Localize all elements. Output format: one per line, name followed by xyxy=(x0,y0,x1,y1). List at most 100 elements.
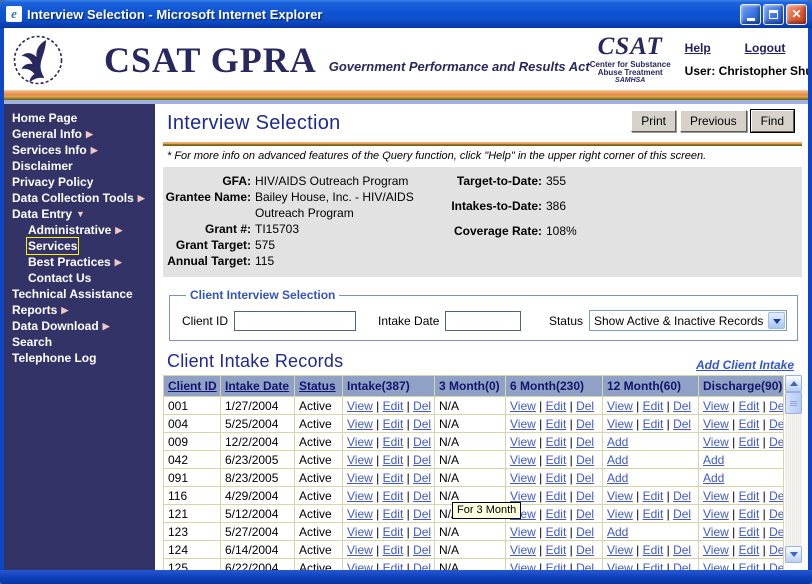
sidebar-item-services-info[interactable]: Services Info ▶ xyxy=(12,142,155,158)
view-link[interactable]: View xyxy=(510,561,536,571)
edit-link[interactable]: Edit xyxy=(546,525,567,539)
sidebar-item-contact-us[interactable]: Contact Us xyxy=(12,270,155,286)
view-link[interactable]: View xyxy=(347,453,373,467)
view-link[interactable]: View xyxy=(607,489,633,503)
edit-link[interactable]: Edit xyxy=(383,399,404,413)
del-link[interactable]: Del xyxy=(769,399,782,413)
sidebar-item-services[interactable]: Services xyxy=(12,237,155,255)
del-link[interactable]: Del xyxy=(413,507,431,521)
del-link[interactable]: Del xyxy=(413,561,431,571)
status-select[interactable]: Show Active & Inactive Records xyxy=(589,310,787,331)
del-link[interactable]: Del xyxy=(769,543,782,557)
close-button[interactable]: ✕ xyxy=(786,3,807,25)
view-link[interactable]: View xyxy=(607,543,633,557)
del-link[interactable]: Del xyxy=(576,561,594,571)
edit-link[interactable]: Edit xyxy=(383,507,404,521)
del-link[interactable]: Del xyxy=(769,435,782,449)
column-header-client-id[interactable]: Client ID xyxy=(163,375,221,397)
view-link[interactable]: View xyxy=(703,507,729,521)
maximize-button[interactable] xyxy=(763,3,784,25)
del-link[interactable]: Del xyxy=(769,561,782,571)
edit-link[interactable]: Edit xyxy=(383,417,404,431)
scroll-track[interactable] xyxy=(785,414,802,546)
view-link[interactable]: View xyxy=(607,399,633,413)
add-link[interactable]: Add xyxy=(607,435,628,449)
scroll-thumb[interactable] xyxy=(785,392,802,414)
del-link[interactable]: Del xyxy=(576,453,594,467)
del-link[interactable]: Del xyxy=(576,471,594,485)
edit-link[interactable]: Edit xyxy=(546,543,567,557)
edit-link[interactable]: Edit xyxy=(643,507,664,521)
del-link[interactable]: Del xyxy=(673,507,691,521)
edit-link[interactable]: Edit xyxy=(643,399,664,413)
del-link[interactable]: Del xyxy=(576,435,594,449)
edit-link[interactable]: Edit xyxy=(383,471,404,485)
edit-link[interactable]: Edit xyxy=(643,489,664,503)
edit-link[interactable]: Edit xyxy=(643,543,664,557)
del-link[interactable]: Del xyxy=(576,417,594,431)
sidebar-item-search[interactable]: Search xyxy=(12,334,155,350)
sidebar-item-disclaimer[interactable]: Disclaimer xyxy=(12,158,155,174)
sidebar-item-general-info[interactable]: General Info ▶ xyxy=(12,126,155,142)
sidebar-item-administrative[interactable]: Administrative ▶ xyxy=(12,222,155,238)
del-link[interactable]: Del xyxy=(769,489,782,503)
view-link[interactable]: View xyxy=(703,543,729,557)
print-button[interactable]: Print xyxy=(631,110,676,132)
del-link[interactable]: Del xyxy=(769,525,782,539)
view-link[interactable]: View xyxy=(347,435,373,449)
edit-link[interactable]: Edit xyxy=(739,561,760,571)
del-link[interactable]: Del xyxy=(413,489,431,503)
add-link[interactable]: Add xyxy=(703,471,724,485)
del-link[interactable]: Del xyxy=(413,471,431,485)
table-scrollbar[interactable] xyxy=(785,375,802,563)
del-link[interactable]: Del xyxy=(576,489,594,503)
view-link[interactable]: View xyxy=(347,489,373,503)
view-link[interactable]: View xyxy=(703,399,729,413)
del-link[interactable]: Del xyxy=(413,543,431,557)
del-link[interactable]: Del xyxy=(576,399,594,413)
del-link[interactable]: Del xyxy=(673,417,691,431)
del-link[interactable]: Del xyxy=(673,399,691,413)
view-link[interactable]: View xyxy=(607,507,633,521)
del-link[interactable]: Del xyxy=(413,435,431,449)
sidebar-item-technical-assistance[interactable]: Technical Assistance xyxy=(12,286,155,302)
del-link[interactable]: Del xyxy=(576,525,594,539)
edit-link[interactable]: Edit xyxy=(546,471,567,485)
edit-link[interactable]: Edit xyxy=(383,561,404,571)
sort-link[interactable]: Client ID xyxy=(168,379,217,393)
view-link[interactable]: View xyxy=(510,435,536,449)
edit-link[interactable]: Edit xyxy=(546,507,567,521)
edit-link[interactable]: Edit xyxy=(383,435,404,449)
find-button[interactable]: Find xyxy=(749,109,796,133)
del-link[interactable]: Del xyxy=(576,507,594,521)
view-link[interactable]: View xyxy=(510,489,536,503)
del-link[interactable]: Del xyxy=(673,543,691,557)
add-link[interactable]: Add xyxy=(607,453,628,467)
sidebar-item-best-practices[interactable]: Best Practices ▶ xyxy=(12,254,155,270)
logout-link[interactable]: Logout xyxy=(745,41,786,55)
view-link[interactable]: View xyxy=(607,417,633,431)
view-link[interactable]: View xyxy=(703,525,729,539)
del-link[interactable]: Del xyxy=(413,417,431,431)
edit-link[interactable]: Edit xyxy=(383,489,404,503)
view-link[interactable]: View xyxy=(347,471,373,485)
edit-link[interactable]: Edit xyxy=(643,561,664,571)
edit-link[interactable]: Edit xyxy=(546,561,567,571)
view-link[interactable]: View xyxy=(347,507,373,521)
view-link[interactable]: View xyxy=(347,417,373,431)
minimize-button[interactable] xyxy=(740,3,761,25)
del-link[interactable]: Del xyxy=(769,507,782,521)
view-link[interactable]: View xyxy=(510,471,536,485)
view-link[interactable]: View xyxy=(703,489,729,503)
column-header-status[interactable]: Status xyxy=(294,375,343,397)
del-link[interactable]: Del xyxy=(673,561,691,571)
edit-link[interactable]: Edit xyxy=(739,399,760,413)
client-id-input[interactable] xyxy=(234,310,357,331)
del-link[interactable]: Del xyxy=(413,525,431,539)
del-link[interactable]: Del xyxy=(673,489,691,503)
sidebar-item-reports[interactable]: Reports ▶ xyxy=(12,302,155,318)
sidebar-item-telephone-log[interactable]: Telephone Log xyxy=(12,350,155,366)
edit-link[interactable]: Edit xyxy=(546,489,567,503)
del-link[interactable]: Del xyxy=(769,417,782,431)
view-link[interactable]: View xyxy=(347,399,373,413)
